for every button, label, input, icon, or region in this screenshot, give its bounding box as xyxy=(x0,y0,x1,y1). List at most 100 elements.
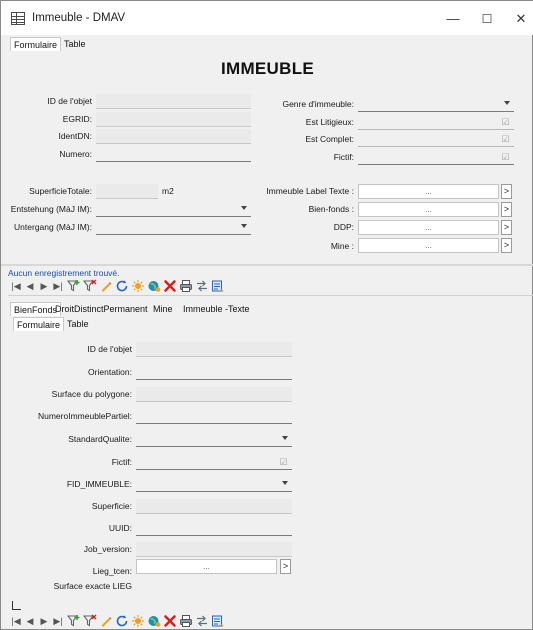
est-complet-row: ☑ xyxy=(358,132,514,147)
lieg-tcen-lookup[interactable]: ... xyxy=(136,559,277,574)
identdn-label: IdentDN: xyxy=(58,131,92,141)
transfer-icon[interactable] xyxy=(195,279,209,293)
bien-fonds-lookup[interactable]: ... xyxy=(358,202,499,217)
export-icon[interactable] xyxy=(211,614,225,628)
id-objet-label: ID de l'objet xyxy=(47,96,92,106)
subform-tab-formulaire[interactable]: Formulaire xyxy=(13,317,65,331)
entstehung-label: Entstehung (MàJ IM): xyxy=(10,204,92,214)
chevron-down-icon xyxy=(241,224,247,228)
tab-mine[interactable]: Mine xyxy=(150,302,176,316)
superficie-label: Superficie: xyxy=(91,501,132,511)
delete-icon[interactable] xyxy=(163,614,177,628)
sub-id-objet-field[interactable] xyxy=(136,342,292,357)
immeuble-label-texte-label: Immeuble Label Texte : xyxy=(266,186,354,196)
title-bar: Immeuble - DMAV — ☐ ✕ xyxy=(1,1,533,35)
first-record-icon[interactable]: |◀ xyxy=(11,278,21,294)
superficie-totale-label: SuperficieTotale: xyxy=(29,186,92,196)
new-record-icon[interactable] xyxy=(131,614,145,628)
entstehung-combo[interactable] xyxy=(96,202,251,217)
surface-exacte-label: Surface exacte LIEG xyxy=(53,581,132,591)
orientation-field[interactable] xyxy=(136,365,292,380)
subform-tab-table[interactable]: Table xyxy=(64,317,92,331)
uuid-field[interactable] xyxy=(136,521,292,536)
ddp-lookup[interactable]: ... xyxy=(358,220,499,235)
fid-immeuble-combo[interactable] xyxy=(136,477,292,492)
sub-id-objet-label: ID de l'objet xyxy=(87,344,132,354)
chevron-down-icon xyxy=(241,206,247,210)
genre-combo[interactable] xyxy=(358,97,514,112)
form-heading: IMMEUBLE xyxy=(220,59,315,78)
last-record-icon[interactable]: ▶| xyxy=(53,278,63,294)
tab-table[interactable]: Table xyxy=(61,37,89,51)
identdn-field[interactable] xyxy=(96,129,251,144)
id-objet-field[interactable] xyxy=(96,94,251,109)
cursor-marker xyxy=(12,601,13,609)
edit-icon[interactable] xyxy=(99,614,113,628)
close-button[interactable]: ✕ xyxy=(506,9,533,29)
chevron-down-icon xyxy=(504,101,510,105)
est-complet-label: Est Complet: xyxy=(305,134,354,144)
numero-partiel-label: NumeroImmeublePartiel: xyxy=(37,411,132,421)
bien-fonds-label: Bien-fonds : xyxy=(308,204,354,214)
cursor-marker-base xyxy=(12,609,21,610)
prev-record-icon[interactable]: ◀ xyxy=(25,278,35,294)
delete-icon[interactable] xyxy=(163,279,177,293)
application-window: Immeuble - DMAV — ☐ ✕ Formulaire Table I… xyxy=(0,0,533,630)
refresh-icon[interactable] xyxy=(115,279,129,293)
print-icon[interactable] xyxy=(179,279,193,293)
est-complet-checkbox[interactable]: ☑ xyxy=(501,135,510,144)
filter-add-icon[interactable] xyxy=(67,279,81,293)
tab-immeuble-texte[interactable]: Immeuble -Texte xyxy=(180,302,253,316)
globe-icon[interactable] xyxy=(147,279,161,293)
job-version-field[interactable] xyxy=(136,542,292,557)
superficie-totale-field[interactable] xyxy=(96,184,158,199)
refresh-icon[interactable] xyxy=(115,614,129,628)
est-litigieux-checkbox[interactable]: ☑ xyxy=(501,118,510,127)
last-record-icon[interactable]: ▶| xyxy=(53,613,63,629)
numero-field[interactable] xyxy=(96,147,251,162)
untergang-combo[interactable] xyxy=(96,220,251,235)
maximize-button[interactable]: ☐ xyxy=(472,9,502,29)
tab-formulaire[interactable]: Formulaire xyxy=(10,37,62,51)
est-litigieux-label: Est Litigieux: xyxy=(305,117,354,127)
numero-label: Numero: xyxy=(59,149,92,159)
mine-lookup[interactable]: ... xyxy=(358,238,499,253)
immeuble-label-texte-lookup[interactable]: ... xyxy=(358,184,499,199)
numero-partiel-field[interactable] xyxy=(136,409,292,424)
main-tab-strip: Formulaire Table xyxy=(8,37,528,51)
ddp-open-button[interactable]: > xyxy=(501,220,512,235)
orientation-label: Orientation: xyxy=(88,367,132,377)
window-title: Immeuble - DMAV xyxy=(32,12,126,24)
filter-clear-icon[interactable] xyxy=(83,614,97,628)
print-icon[interactable] xyxy=(179,614,193,628)
immeuble-label-texte-open-button[interactable]: > xyxy=(501,184,512,199)
edit-icon[interactable] xyxy=(99,279,113,293)
next-record-icon[interactable]: ▶ xyxy=(39,278,49,294)
export-icon[interactable] xyxy=(211,279,225,293)
bien-fonds-open-button[interactable]: > xyxy=(501,202,512,217)
prev-record-icon[interactable]: ◀ xyxy=(25,613,35,629)
superficie-field[interactable] xyxy=(136,499,292,514)
superficie-unit: m2 xyxy=(162,186,174,196)
first-record-icon[interactable]: |◀ xyxy=(11,613,21,629)
standard-qualite-combo[interactable] xyxy=(136,432,292,447)
globe-icon[interactable] xyxy=(147,614,161,628)
new-record-icon[interactable] xyxy=(131,279,145,293)
status-message: Aucun enregistrement trouvé. xyxy=(8,268,120,278)
fid-immeuble-label: FID_IMMEUBLE: xyxy=(66,479,132,489)
next-record-icon[interactable]: ▶ xyxy=(39,613,49,629)
minimize-button[interactable]: — xyxy=(438,9,468,29)
egrid-field[interactable] xyxy=(96,112,251,127)
tab-droitdistinctpermanent[interactable]: DroitDistinctPermanent xyxy=(52,302,151,316)
egrid-label: EGRID: xyxy=(62,114,92,124)
sub-fictif-checkbox[interactable]: ☑ xyxy=(279,458,288,467)
filter-add-icon[interactable] xyxy=(67,614,81,628)
chevron-down-icon xyxy=(282,436,288,440)
fictif-checkbox[interactable]: ☑ xyxy=(501,153,510,162)
surface-polygone-field[interactable] xyxy=(136,387,292,402)
mine-open-button[interactable]: > xyxy=(501,238,512,253)
lieg-tcen-open-button[interactable]: > xyxy=(280,559,291,574)
filter-clear-icon[interactable] xyxy=(83,279,97,293)
uuid-label: UUID: xyxy=(108,523,132,533)
transfer-icon[interactable] xyxy=(195,614,209,628)
